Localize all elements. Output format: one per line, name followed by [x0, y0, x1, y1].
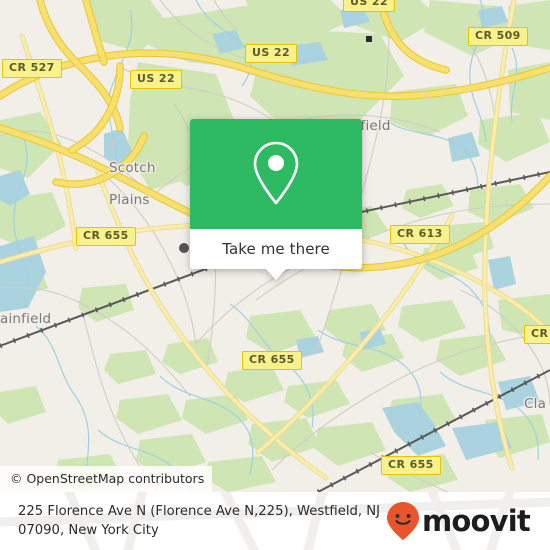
take-me-there-button[interactable]: Take me there [190, 229, 362, 269]
road-shield-cr655-mid[interactable]: CR 655 [242, 351, 302, 370]
road-shield-cr613[interactable]: CR 613 [390, 225, 450, 244]
map-pin-icon [253, 141, 299, 205]
osm-attribution[interactable]: © OpenStreetMap contributors [0, 466, 213, 492]
popup-header [190, 119, 362, 229]
location-popup-card[interactable]: Take me there [190, 119, 362, 280]
road-shield-cr527[interactable]: CR 527 [2, 59, 62, 78]
take-me-there-label: Take me there [222, 240, 330, 258]
map-poi-dot [179, 243, 189, 253]
footer-bar: 225 Florence Ave N (Florence Ave N,225),… [0, 492, 550, 550]
map-screenshot: .green { fill:#cfe5b4; } .water { fill:#… [0, 0, 550, 550]
map-poi-dot-2 [109, 140, 115, 146]
road-shield-cr655-bottom[interactable]: CR 655 [381, 456, 441, 475]
road-shield-us22-upper[interactable]: US 22 [245, 44, 297, 63]
address-text: 225 Florence Ave N (Florence Ave N,225),… [18, 504, 381, 538]
road-shield-cr-right-edge[interactable]: CR [524, 325, 550, 344]
road-shield-us22-left[interactable]: US 22 [130, 70, 182, 89]
road-shield-us22-top[interactable]: US 22 [343, 0, 395, 12]
moovit-brand-logo[interactable]: moovit [386, 501, 542, 541]
footer-content: 225 Florence Ave N (Florence Ave N,225),… [0, 492, 550, 550]
moovit-wordmark: moovit [422, 503, 531, 538]
moovit-pin-smile-icon [387, 502, 420, 540]
map-building-marker [366, 36, 372, 42]
popup-pointer-tail [265, 268, 287, 280]
map-canvas[interactable]: .green { fill:#cfe5b4; } .water { fill:#… [0, 0, 550, 492]
road-shield-cr655-left[interactable]: CR 655 [76, 227, 136, 246]
road-shield-cr509[interactable]: CR 509 [468, 27, 528, 46]
